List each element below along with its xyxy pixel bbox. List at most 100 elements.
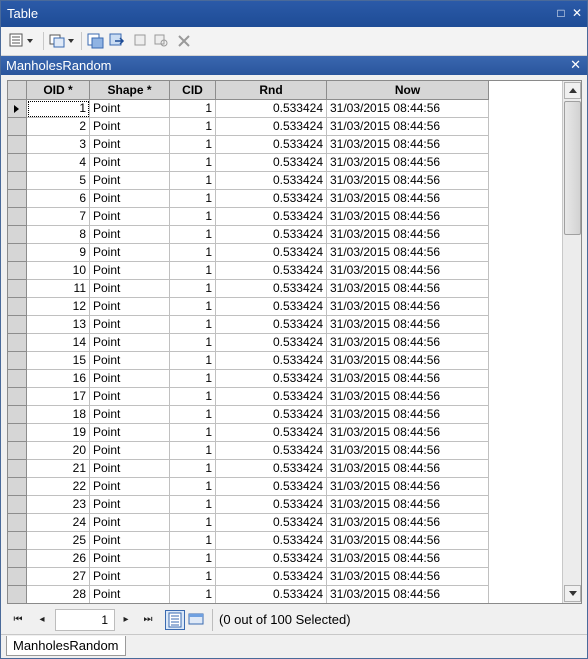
rnd-cell[interactable]: 0.533424: [216, 586, 327, 603]
first-record-button[interactable]: ⏮: [11, 613, 25, 627]
cid-cell[interactable]: 1: [170, 172, 216, 190]
oid-cell[interactable]: 10: [27, 262, 90, 280]
rnd-cell[interactable]: 0.533424: [216, 550, 327, 568]
row-selector[interactable]: [8, 262, 27, 280]
table-row[interactable]: 7 Point 1 0.533424 31/03/2015 08:44:56: [8, 208, 489, 226]
column-header-oid[interactable]: OID *: [27, 81, 90, 100]
cid-cell[interactable]: 1: [170, 442, 216, 460]
cid-cell[interactable]: 1: [170, 226, 216, 244]
now-cell[interactable]: 31/03/2015 08:44:56: [327, 262, 489, 280]
rnd-cell[interactable]: 0.533424: [216, 460, 327, 478]
oid-cell[interactable]: 16: [27, 370, 90, 388]
row-selector[interactable]: [8, 550, 27, 568]
table-row[interactable]: 16 Point 1 0.533424 31/03/2015 08:44:56: [8, 370, 489, 388]
table-row[interactable]: 8 Point 1 0.533424 31/03/2015 08:44:56: [8, 226, 489, 244]
rnd-cell[interactable]: 0.533424: [216, 136, 327, 154]
rnd-cell[interactable]: 0.533424: [216, 478, 327, 496]
cid-cell[interactable]: 1: [170, 478, 216, 496]
now-cell[interactable]: 31/03/2015 08:44:56: [327, 586, 489, 603]
cid-cell[interactable]: 1: [170, 496, 216, 514]
shape-cell[interactable]: Point: [90, 550, 170, 568]
oid-cell[interactable]: 21: [27, 460, 90, 478]
table-row[interactable]: 6 Point 1 0.533424 31/03/2015 08:44:56: [8, 190, 489, 208]
last-record-button[interactable]: ⏭: [141, 613, 155, 627]
rnd-cell[interactable]: 0.533424: [216, 118, 327, 136]
rnd-cell[interactable]: 0.533424: [216, 496, 327, 514]
next-record-button[interactable]: ▸: [119, 613, 133, 627]
now-cell[interactable]: 31/03/2015 08:44:56: [327, 496, 489, 514]
row-selector[interactable]: [8, 334, 27, 352]
row-selector[interactable]: [8, 118, 27, 136]
table-options-button[interactable]: [9, 32, 37, 50]
table-row[interactable]: 25 Point 1 0.533424 31/03/2015 08:44:56: [8, 532, 489, 550]
now-cell[interactable]: 31/03/2015 08:44:56: [327, 370, 489, 388]
now-cell[interactable]: 31/03/2015 08:44:56: [327, 172, 489, 190]
now-cell[interactable]: 31/03/2015 08:44:56: [327, 226, 489, 244]
shape-cell[interactable]: Point: [90, 298, 170, 316]
oid-cell[interactable]: 9: [27, 244, 90, 262]
shape-cell[interactable]: Point: [90, 406, 170, 424]
rnd-cell[interactable]: 0.533424: [216, 100, 327, 118]
table-row[interactable]: 9 Point 1 0.533424 31/03/2015 08:44:56: [8, 244, 489, 262]
cid-cell[interactable]: 1: [170, 532, 216, 550]
delete-selected-button[interactable]: [177, 32, 191, 50]
table-row[interactable]: 3 Point 1 0.533424 31/03/2015 08:44:56: [8, 136, 489, 154]
shape-cell[interactable]: Point: [90, 424, 170, 442]
cid-cell[interactable]: 1: [170, 100, 216, 118]
shape-cell[interactable]: Point: [90, 208, 170, 226]
rnd-cell[interactable]: 0.533424: [216, 568, 327, 586]
row-selector[interactable]: [8, 316, 27, 334]
rnd-cell[interactable]: 0.533424: [216, 352, 327, 370]
rnd-cell[interactable]: 0.533424: [216, 532, 327, 550]
row-selector[interactable]: [8, 478, 27, 496]
table-row[interactable]: 27 Point 1 0.533424 31/03/2015 08:44:56: [8, 568, 489, 586]
table-row[interactable]: 19 Point 1 0.533424 31/03/2015 08:44:56: [8, 424, 489, 442]
cid-cell[interactable]: 1: [170, 154, 216, 172]
shape-cell[interactable]: Point: [90, 280, 170, 298]
now-cell[interactable]: 31/03/2015 08:44:56: [327, 154, 489, 172]
now-cell[interactable]: 31/03/2015 08:44:56: [327, 136, 489, 154]
oid-cell[interactable]: 22: [27, 478, 90, 496]
table-row[interactable]: 18 Point 1 0.533424 31/03/2015 08:44:56: [8, 406, 489, 424]
shape-cell[interactable]: Point: [90, 244, 170, 262]
now-cell[interactable]: 31/03/2015 08:44:56: [327, 460, 489, 478]
row-selector[interactable]: [8, 460, 27, 478]
shape-cell[interactable]: Point: [90, 316, 170, 334]
shape-cell[interactable]: Point: [90, 100, 170, 118]
table-row[interactable]: 15 Point 1 0.533424 31/03/2015 08:44:56: [8, 352, 489, 370]
rnd-cell[interactable]: 0.533424: [216, 172, 327, 190]
shape-cell[interactable]: Point: [90, 352, 170, 370]
now-cell[interactable]: 31/03/2015 08:44:56: [327, 208, 489, 226]
row-selector[interactable]: [8, 514, 27, 532]
column-header-cid[interactable]: CID: [170, 81, 216, 100]
row-selector[interactable]: [8, 406, 27, 424]
oid-cell[interactable]: 23: [27, 496, 90, 514]
cid-cell[interactable]: 1: [170, 244, 216, 262]
oid-cell[interactable]: 17: [27, 388, 90, 406]
rnd-cell[interactable]: 0.533424: [216, 388, 327, 406]
shape-cell[interactable]: Point: [90, 442, 170, 460]
now-cell[interactable]: 31/03/2015 08:44:56: [327, 514, 489, 532]
oid-cell[interactable]: 26: [27, 550, 90, 568]
row-selector[interactable]: [8, 388, 27, 406]
now-cell[interactable]: 31/03/2015 08:44:56: [327, 532, 489, 550]
show-selected-records-button[interactable]: [187, 610, 207, 630]
rnd-cell[interactable]: 0.533424: [216, 280, 327, 298]
shape-cell[interactable]: Point: [90, 478, 170, 496]
zoom-to-selected-button[interactable]: [153, 32, 171, 50]
now-cell[interactable]: 31/03/2015 08:44:56: [327, 478, 489, 496]
rnd-cell[interactable]: 0.533424: [216, 154, 327, 172]
now-cell[interactable]: 31/03/2015 08:44:56: [327, 244, 489, 262]
oid-cell[interactable]: 2: [27, 118, 90, 136]
row-selector[interactable]: [8, 442, 27, 460]
cid-cell[interactable]: 1: [170, 190, 216, 208]
oid-cell[interactable]: 7: [27, 208, 90, 226]
now-cell[interactable]: 31/03/2015 08:44:56: [327, 100, 489, 118]
shape-cell[interactable]: Point: [90, 334, 170, 352]
row-selector[interactable]: [8, 532, 27, 550]
table-row[interactable]: 20 Point 1 0.533424 31/03/2015 08:44:56: [8, 442, 489, 460]
shape-cell[interactable]: Point: [90, 118, 170, 136]
previous-record-button[interactable]: ◂: [35, 613, 49, 627]
now-cell[interactable]: 31/03/2015 08:44:56: [327, 568, 489, 586]
now-cell[interactable]: 31/03/2015 08:44:56: [327, 442, 489, 460]
